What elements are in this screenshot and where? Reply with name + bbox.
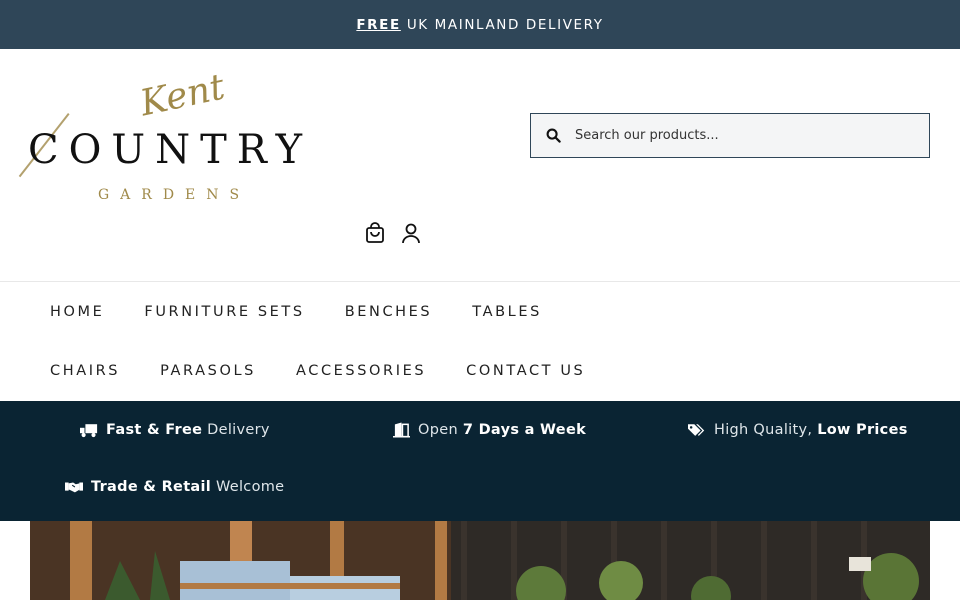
handshake-icon (65, 482, 83, 493)
nav-contact-us[interactable]: CONTACT US (466, 341, 585, 400)
announcement-bar: FREE UK MAINLAND DELIVERY (0, 0, 960, 49)
usp-delivery-rest: Delivery (207, 422, 270, 438)
usp-bar: Fast & Free Delivery Open 7 Days a Week … (0, 401, 960, 521)
account-icon[interactable] (400, 221, 422, 245)
hero-banner[interactable] (30, 521, 930, 600)
usp-quality-bold: Low Prices (817, 422, 908, 438)
nav-accessories[interactable]: ACCESSORIES (296, 341, 426, 400)
usp-open: Open 7 Days a Week (393, 422, 586, 438)
nav-home[interactable]: HOME (50, 282, 104, 341)
usp-trade-rest: Welcome (215, 479, 285, 495)
usp-trade: Trade & Retail Welcome (65, 479, 284, 495)
search-input[interactable] (575, 115, 929, 156)
truck-icon (80, 423, 98, 437)
usp-quality-pre: High Quality, (714, 422, 813, 438)
main-nav: HOME FURNITURE SETS BENCHES TABLES CHAIR… (0, 282, 960, 401)
usp-delivery-bold: Fast & Free (106, 422, 203, 438)
site-header: Kent COUNTRY GARDENS (0, 49, 960, 282)
cart-icon[interactable] (364, 221, 386, 245)
hero-image-left (30, 521, 451, 600)
nav-parasols[interactable]: PARASOLS (160, 341, 256, 400)
usp-trade-bold: Trade & Retail (91, 479, 212, 495)
search-bar[interactable] (530, 113, 930, 158)
logo-country: COUNTRY (28, 127, 313, 173)
tags-icon (688, 423, 705, 436)
logo-gardens: GARDENS (98, 187, 251, 203)
nav-tables[interactable]: TABLES (472, 282, 542, 341)
usp-quality: High Quality, Low Prices (688, 422, 908, 438)
announcement-text: UK MAINLAND DELIVERY (406, 16, 604, 33)
nav-chairs[interactable]: CHAIRS (50, 341, 120, 400)
search-icon[interactable] (531, 114, 575, 157)
usp-delivery: Fast & Free Delivery (80, 422, 270, 438)
free-label[interactable]: FREE (356, 17, 400, 33)
header-icons (364, 221, 422, 245)
usp-open-bold: 7 Days a Week (462, 422, 587, 438)
door-icon (393, 422, 410, 438)
site-logo[interactable]: Kent COUNTRY GARDENS (18, 66, 318, 207)
nav-furniture-sets[interactable]: FURNITURE SETS (144, 282, 304, 341)
logo-kent: Kent (136, 66, 229, 125)
nav-benches[interactable]: BENCHES (345, 282, 433, 341)
hero-image-right (451, 521, 930, 600)
usp-open-pre: Open (418, 422, 458, 438)
